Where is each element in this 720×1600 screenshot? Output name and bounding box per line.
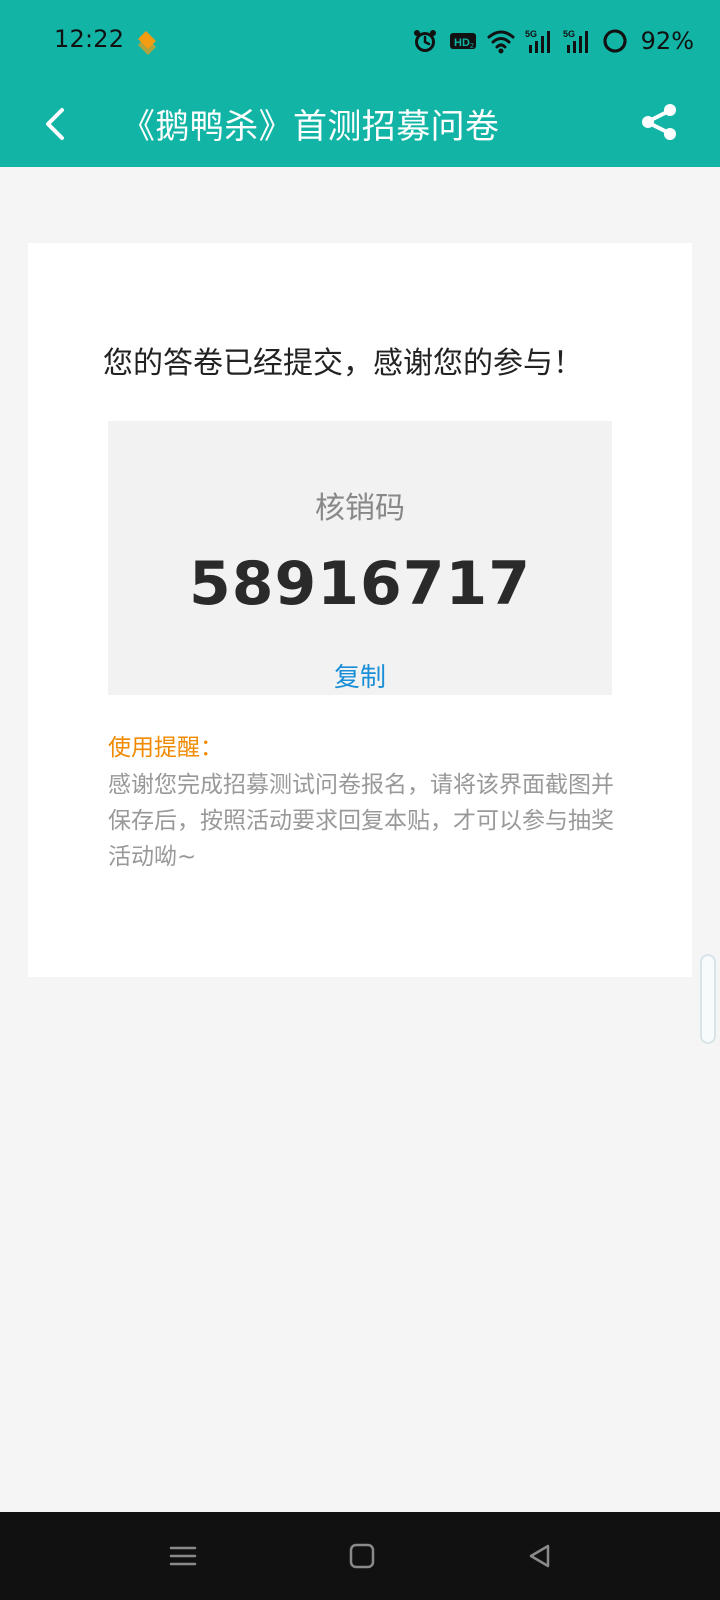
verification-code-value: 58916717 xyxy=(189,549,531,619)
signal-icon: 5G xyxy=(563,29,588,53)
system-navigation-bar xyxy=(0,1512,720,1600)
back-triangle-icon[interactable] xyxy=(523,1540,555,1572)
reminder-title: 使用提醒： xyxy=(108,735,223,761)
battery-percent: 92% xyxy=(640,27,694,55)
wifi-icon xyxy=(487,30,515,54)
app-header: 《鹅鸭杀》首测招募问卷 xyxy=(0,82,720,167)
reminder-text: 感谢您完成招募测试问卷报名，请将该界面截图并保存后，按照活动要求回复本贴，才可以… xyxy=(108,772,614,870)
status-right: HD 2 5G 5G 92% xyxy=(411,24,694,58)
battery-icon xyxy=(603,29,627,53)
home-icon[interactable] xyxy=(346,1540,378,1572)
top-bar: 12:22 HD 2 5G 5G 92% 《鹅鸭杀》首测招募问卷 xyxy=(0,0,720,167)
copy-button[interactable]: 复制 xyxy=(108,657,612,694)
verification-code-box: 核销码 58916717 复制 xyxy=(108,421,612,695)
share-icon[interactable] xyxy=(636,98,684,146)
page-title: 《鹅鸭杀》首测招募问卷 xyxy=(121,107,500,147)
verification-code-label: 核销码 xyxy=(315,491,405,526)
status-bar: 12:22 HD 2 5G 5G 92% xyxy=(0,0,720,82)
svg-text:HD: HD xyxy=(454,37,470,49)
submitted-message: 您的答卷已经提交，感谢您的参与！ xyxy=(103,346,583,381)
svg-text:2: 2 xyxy=(470,43,474,50)
menu-icon[interactable] xyxy=(167,1540,199,1572)
back-arrow-icon[interactable] xyxy=(34,100,82,148)
svg-text:5G: 5G xyxy=(563,29,575,39)
alarm-icon xyxy=(413,30,436,52)
result-card: 您的答卷已经提交，感谢您的参与！ 核销码 58916717 复制 使用提醒： 感… xyxy=(28,243,692,977)
signal-icon: 5G xyxy=(525,29,550,53)
scrollbar[interactable] xyxy=(700,954,716,1044)
status-time: 12:22 xyxy=(54,25,125,53)
svg-text:5G: 5G xyxy=(525,29,537,39)
hd-icon: HD 2 xyxy=(449,33,476,50)
app-badge-icon xyxy=(138,31,156,55)
